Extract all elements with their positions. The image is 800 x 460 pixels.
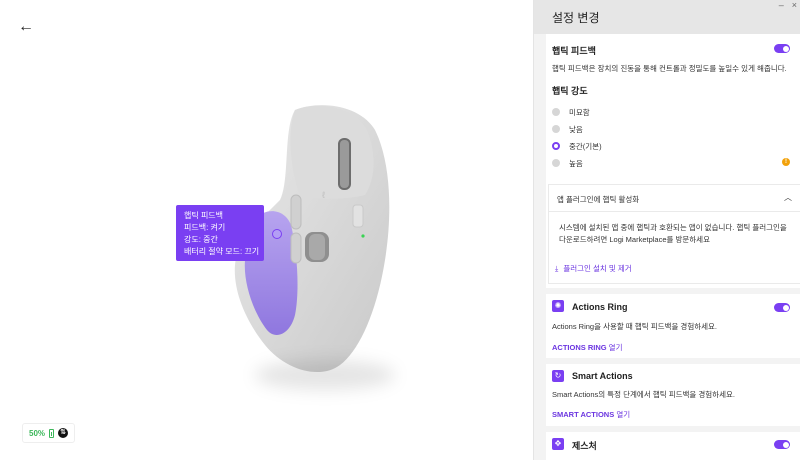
battery-status[interactable]: 50% ⇅	[22, 423, 76, 443]
plugin-accordion-header[interactable]: 앱 플러그인에 햅틱 활성화 ︿	[549, 185, 800, 212]
tooltip-line: 피드백: 켜기	[184, 223, 226, 232]
link-label: ACTIONS RING	[552, 343, 607, 352]
option-label: 높음	[569, 158, 583, 168]
mouse-shadow	[255, 360, 395, 390]
plugin-text: 다운로드하려면 Logi Marketplace를 방문하세요	[559, 235, 710, 244]
panel-header: 설정 변경 – ×	[534, 0, 800, 34]
actions-ring-title: Actions Ring	[572, 302, 628, 312]
back-arrow-icon[interactable]: ←	[18, 18, 36, 36]
settings-panel: 설정 변경 – × 햅틱 피드백 햅틱 피드백은 장치의 진동을 통해 컨트롤과…	[533, 0, 800, 460]
plugin-header-label: 앱 플러그인에 햅틱 활성화	[557, 195, 640, 204]
actions-ring-toggle[interactable]	[774, 303, 790, 312]
haptic-title: 햅틱 피드백	[552, 46, 596, 56]
haptic-hotspot-icon[interactable]	[272, 229, 282, 239]
download-icon: ⤓	[555, 263, 559, 273]
warning-icon[interactable]: !	[782, 158, 790, 166]
tooltip-line: 햅틱 피드백	[184, 211, 224, 220]
minimize-icon[interactable]: –	[779, 0, 784, 10]
link-label: SMART ACTIONS	[552, 410, 615, 419]
option-label: 낮음	[569, 124, 583, 134]
plugin-link-label: 플러그인 설치 및 제거	[563, 264, 632, 273]
intensity-option-low[interactable]: 낮음	[552, 123, 583, 135]
smart-actions-open-link[interactable]: SMART ACTIONS 열기	[552, 409, 630, 420]
gestures-title: 제스처	[572, 441, 597, 451]
actions-ring-icon: ✺	[552, 300, 564, 312]
tooltip-line: 강도: 중간	[184, 235, 218, 244]
link-suffix: 열기	[606, 343, 623, 352]
plugin-body: 시스템에 설치된 앱 중에 햅틱과 호환되는 앱이 없습니다. 햅틱 플러그인을…	[549, 212, 800, 246]
gestures-icon: ✥	[552, 438, 564, 450]
option-label: 중간(기본)	[569, 141, 602, 151]
radio-icon	[552, 159, 560, 167]
smart-actions-desc: Smart Actions의 특정 단계에서 햅틱 피드백을 경험하세요.	[552, 390, 735, 399]
haptic-toggle[interactable]	[774, 44, 790, 53]
link-suffix: 열기	[614, 410, 631, 419]
haptic-tooltip: 햅틱 피드백 피드백: 켜기 강도: 중간 배터리 절약 모드: 끄기	[176, 205, 264, 261]
window-controls: – ×	[779, 0, 797, 10]
intensity-option-medium[interactable]: 중간(기본)	[552, 140, 602, 152]
intensity-option-high[interactable]: 높음	[552, 157, 583, 169]
bolt-connection-icon: ⇅	[58, 428, 69, 438]
radio-selected-icon	[552, 142, 560, 150]
plugin-accordion: 앱 플러그인에 햅틱 활성화 ︿ 시스템에 설치된 앱 중에 햅틱과 호환되는 …	[548, 184, 800, 284]
haptic-desc: 햅틱 피드백은 장치의 진동을 통해 컨트롤과 정밀도를 높일수 있게 해줍니다…	[552, 64, 787, 73]
actions-ring-desc: Actions Ring을 사용할 때 햅틱 피드백을 경험하세요.	[552, 322, 718, 331]
radio-icon	[552, 108, 560, 116]
option-label: 미묘함	[569, 107, 590, 117]
gestures-toggle[interactable]	[774, 440, 790, 449]
radio-icon	[552, 125, 560, 133]
smart-actions-icon: ↻	[552, 370, 564, 382]
close-icon[interactable]: ×	[792, 0, 797, 10]
actions-ring-open-link[interactable]: ACTIONS RING 열기	[552, 342, 622, 353]
smart-actions-title: Smart Actions	[572, 371, 633, 381]
plugin-install-link[interactable]: ⤓ 플러그인 설치 및 제거	[555, 263, 632, 274]
plugin-text: 시스템에 설치된 앱 중에 햅틱과 호환되는 앱이 없습니다. 햅틱 플러그인을	[559, 223, 787, 232]
chevron-up-icon[interactable]: ︿	[784, 192, 792, 203]
battery-icon	[49, 428, 55, 438]
intensity-title: 햅틱 강도	[552, 86, 588, 96]
battery-percent: 50%	[29, 428, 46, 438]
panel-title: 설정 변경	[552, 11, 600, 25]
device-view: ← ℓ 햅틱 피드백 피드백: 켜기 강도: 중간 배터리 절약 모드: 끄기 …	[0, 0, 533, 460]
intensity-option-subtle[interactable]: 미묘함	[552, 106, 590, 118]
tooltip-line: 배터리 절약 모드: 끄기	[184, 247, 260, 256]
